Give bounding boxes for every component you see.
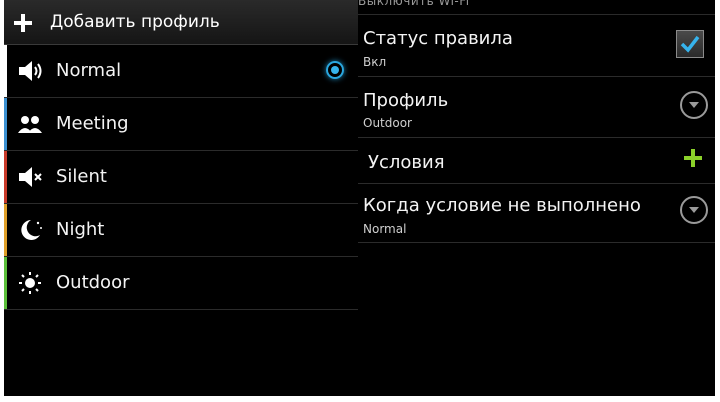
rule-status-row[interactable]: Статус правила Вкл xyxy=(358,15,715,77)
mute-icon xyxy=(19,167,42,187)
accent-bar xyxy=(4,257,7,309)
rule-status-title: Статус правила xyxy=(363,28,513,49)
accent-bar xyxy=(4,204,7,256)
chevron-down-icon xyxy=(689,207,699,213)
moon-icon xyxy=(21,220,42,240)
add-profile-label: Добавить профиль xyxy=(50,12,220,32)
add-profile-bar[interactable]: Добавить профиль xyxy=(4,0,358,45)
when-unmet-title: Когда условие не выполнено xyxy=(363,195,641,216)
chevron-down-icon xyxy=(689,102,699,108)
when-unmet-dropdown[interactable] xyxy=(680,196,708,224)
check-icon xyxy=(680,35,700,53)
rule-status-value: Вкл xyxy=(363,55,387,69)
profile-item-silent[interactable]: Silent xyxy=(4,151,358,204)
rule-status-checkbox[interactable] xyxy=(676,30,704,58)
conditions-title: Условия xyxy=(368,152,445,173)
profile-item-normal[interactable]: Normal xyxy=(4,45,358,98)
selected-radio[interactable] xyxy=(326,61,344,79)
profile-title: Профиль xyxy=(363,90,449,111)
profile-list-panel: Добавить профиль Normal Meeting Silent N… xyxy=(4,0,358,396)
profile-item-outdoor[interactable]: Outdoor xyxy=(4,257,358,310)
cut-header-text: Выключить Wi-Fi xyxy=(358,0,470,8)
conditions-row[interactable]: Условия xyxy=(358,138,715,184)
profile-row[interactable]: Профиль Outdoor xyxy=(358,77,715,138)
when-unmet-value: Normal xyxy=(363,222,407,236)
profile-label: Night xyxy=(56,219,105,240)
profile-item-night[interactable]: Night xyxy=(4,204,358,257)
sun-icon xyxy=(19,272,41,294)
accent-bar xyxy=(4,98,7,150)
when-unmet-row[interactable]: Когда условие не выполнено Normal xyxy=(358,184,715,243)
people-icon xyxy=(18,116,42,133)
profile-label: Silent xyxy=(56,166,107,187)
speaker-icon xyxy=(19,61,42,81)
accent-bar xyxy=(4,151,7,203)
profile-label: Normal xyxy=(56,60,122,81)
add-condition-icon[interactable] xyxy=(684,149,702,167)
profile-label: Outdoor xyxy=(56,272,130,293)
profile-value: Outdoor xyxy=(363,116,412,130)
plus-icon xyxy=(14,14,32,32)
rule-settings-panel: Выключить Wi-Fi Статус правила Вкл Профи… xyxy=(358,0,715,396)
accent-bar xyxy=(4,45,7,97)
profile-label: Meeting xyxy=(56,113,129,134)
profile-item-meeting[interactable]: Meeting xyxy=(4,98,358,151)
profile-dropdown[interactable] xyxy=(680,91,708,119)
